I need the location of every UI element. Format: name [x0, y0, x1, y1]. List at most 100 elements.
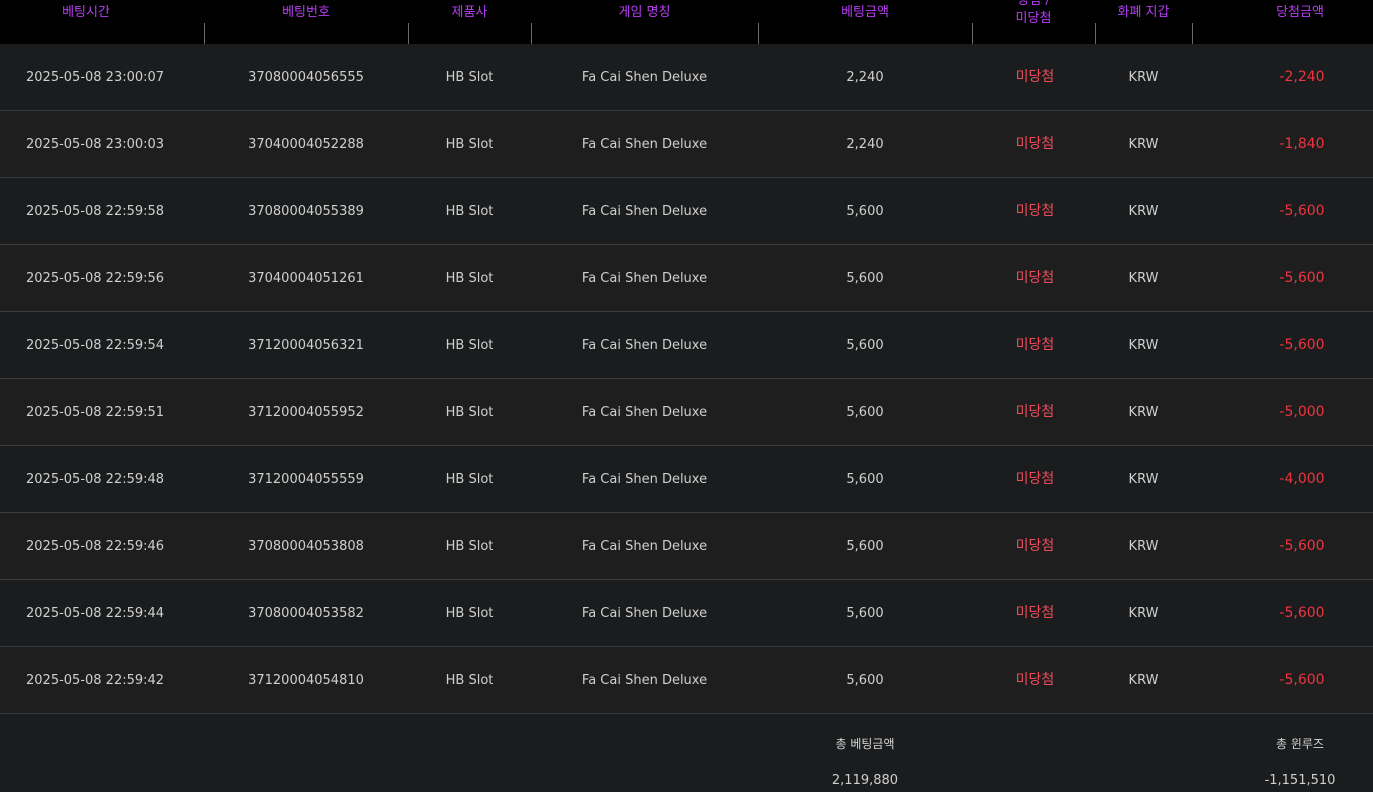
cell-bet-number: 37040004052288 [248, 137, 364, 152]
cell-bet-amount: 5,600 [846, 606, 884, 621]
cell-currency-wallet: KRW [1128, 673, 1159, 688]
cell-bet-amount: 2,240 [846, 137, 884, 152]
table-row[interactable]: 2025-05-08 23:00:07 37080004056555 HB Slot… [0, 44, 1373, 111]
total-winloss-value: -1,151,510 [1264, 773, 1336, 788]
cell-provider: HB Slot [445, 271, 494, 286]
cell-provider: HB Slot [445, 472, 494, 487]
cell-currency-wallet: KRW [1128, 137, 1159, 152]
col-header-bet-amount[interactable]: 베팅금액 [758, 0, 972, 44]
cell-provider: HB Slot [445, 539, 494, 554]
table-row[interactable]: 2025-05-08 23:00:03 37040004052288 HB Slot… [0, 111, 1373, 178]
cell-win-amount: -5,000 [1279, 404, 1325, 420]
cell-bet-number: 37080004053582 [248, 606, 364, 621]
cell-bet-time: 2025-05-08 22:59:42 [26, 673, 165, 688]
cell-currency-wallet: KRW [1128, 472, 1159, 487]
cell-bet-number: 37040004051261 [248, 271, 364, 286]
col-header-win-status[interactable]: 당첨 / 미당첨 [972, 0, 1095, 36]
cell-bet-amount: 5,600 [846, 539, 884, 554]
total-bet-value: 2,119,880 [831, 773, 899, 788]
cell-win-amount: -4,000 [1279, 471, 1325, 487]
cell-win-status: 미당첨 [1015, 672, 1055, 688]
cell-win-status: 미당첨 [1015, 538, 1055, 554]
cell-win-amount: -5,600 [1279, 672, 1325, 688]
col-header-provider[interactable]: 제품사 [408, 0, 531, 44]
cell-win-amount: -2,240 [1279, 69, 1325, 85]
cell-game-name: Fa Cai Shen Deluxe [581, 271, 708, 286]
cell-game-name: Fa Cai Shen Deluxe [581, 338, 708, 353]
cell-win-amount: -5,600 [1279, 203, 1325, 219]
header-divider [204, 23, 205, 44]
cell-currency-wallet: KRW [1128, 405, 1159, 420]
table-row[interactable]: 2025-05-08 22:59:54 37120004056321 HB Slot… [0, 312, 1373, 379]
table-row[interactable]: 2025-05-08 22:59:58 37080004055389 HB Slot… [0, 178, 1373, 245]
cell-bet-number: 37080004053808 [248, 539, 364, 554]
header-divider [972, 23, 973, 44]
cell-provider: HB Slot [445, 405, 494, 420]
cell-bet-amount: 5,600 [846, 405, 884, 420]
cell-bet-time: 2025-05-08 22:59:54 [26, 338, 165, 353]
cell-bet-amount: 5,600 [846, 271, 884, 286]
header-divider [1095, 23, 1096, 44]
cell-win-status: 미당첨 [1015, 203, 1055, 219]
cell-bet-number: 37120004055559 [248, 472, 364, 487]
cell-bet-number: 37080004055389 [248, 204, 364, 219]
cell-currency-wallet: KRW [1128, 271, 1159, 286]
cell-provider: HB Slot [445, 338, 494, 353]
table-summary: 총 베팅금액 2,119,880 총 윈루즈 -1,151,510 [0, 715, 1373, 792]
cell-bet-amount: 5,600 [846, 338, 884, 353]
cell-game-name: Fa Cai Shen Deluxe [581, 539, 708, 554]
cell-win-amount: -5,600 [1279, 270, 1325, 286]
cell-bet-number: 37080004056555 [248, 70, 364, 85]
cell-game-name: Fa Cai Shen Deluxe [581, 70, 708, 85]
cell-win-status: 미당첨 [1015, 136, 1055, 152]
cell-bet-time: 2025-05-08 22:59:56 [26, 271, 165, 286]
cell-game-name: Fa Cai Shen Deluxe [581, 405, 708, 420]
cell-bet-amount: 5,600 [846, 472, 884, 487]
col-header-bet-number[interactable]: 베팅번호 [204, 0, 408, 44]
cell-bet-amount: 5,600 [846, 204, 884, 219]
cell-bet-time: 2025-05-08 23:00:07 [26, 70, 165, 85]
cell-win-amount: -5,600 [1279, 605, 1325, 621]
header-divider [531, 23, 532, 44]
cell-game-name: Fa Cai Shen Deluxe [581, 472, 708, 487]
cell-currency-wallet: KRW [1128, 338, 1159, 353]
cell-win-status: 미당첨 [1015, 270, 1055, 286]
cell-provider: HB Slot [445, 70, 494, 85]
total-bet-label: 총 베팅금액 [835, 737, 895, 751]
bet-history-table-body: 2025-05-08 23:00:07 37080004056555 HB Slot… [0, 44, 1373, 714]
cell-game-name: Fa Cai Shen Deluxe [581, 204, 708, 219]
col-header-currency-wallet[interactable]: 화폐 지갑 [1095, 0, 1192, 44]
cell-bet-time: 2025-05-08 22:59:46 [26, 539, 165, 554]
cell-win-status: 미당첨 [1015, 69, 1055, 85]
cell-win-amount: -5,600 [1279, 538, 1325, 554]
table-row[interactable]: 2025-05-08 22:59:42 37120004054810 HB Slot… [0, 647, 1373, 714]
cell-provider: HB Slot [445, 673, 494, 688]
cell-bet-time: 2025-05-08 22:59:44 [26, 606, 165, 621]
col-header-bet-time[interactable]: 베팅시간 [0, 0, 172, 44]
header-divider [408, 23, 409, 44]
header-divider [1192, 23, 1193, 44]
cell-provider: HB Slot [445, 606, 494, 621]
cell-currency-wallet: KRW [1128, 204, 1159, 219]
cell-currency-wallet: KRW [1128, 606, 1159, 621]
header-divider [758, 23, 759, 44]
cell-game-name: Fa Cai Shen Deluxe [581, 606, 708, 621]
cell-bet-amount: 5,600 [846, 673, 884, 688]
table-row[interactable]: 2025-05-08 22:59:46 37080004053808 HB Slot… [0, 513, 1373, 580]
cell-win-status: 미당첨 [1015, 471, 1055, 487]
cell-win-status: 미당첨 [1015, 404, 1055, 420]
col-header-win-amount[interactable]: 당첨금액 [1192, 0, 1373, 44]
table-row[interactable]: 2025-05-08 22:59:51 37120004055952 HB Slot… [0, 379, 1373, 446]
table-row[interactable]: 2025-05-08 22:59:44 37080004053582 HB Slot… [0, 580, 1373, 647]
table-row[interactable]: 2025-05-08 22:59:56 37040004051261 HB Slot… [0, 245, 1373, 312]
cell-bet-time: 2025-05-08 23:00:03 [26, 137, 165, 152]
table-row[interactable]: 2025-05-08 22:59:48 37120004055559 HB Slot… [0, 446, 1373, 513]
cell-win-amount: -5,600 [1279, 337, 1325, 353]
cell-bet-amount: 2,240 [846, 70, 884, 85]
cell-bet-time: 2025-05-08 22:59:51 [26, 405, 165, 420]
cell-currency-wallet: KRW [1128, 70, 1159, 85]
cell-bet-number: 37120004054810 [248, 673, 364, 688]
cell-bet-time: 2025-05-08 22:59:48 [26, 472, 165, 487]
cell-bet-time: 2025-05-08 22:59:58 [26, 204, 165, 219]
col-header-game-name[interactable]: 게임 명칭 [531, 0, 758, 44]
